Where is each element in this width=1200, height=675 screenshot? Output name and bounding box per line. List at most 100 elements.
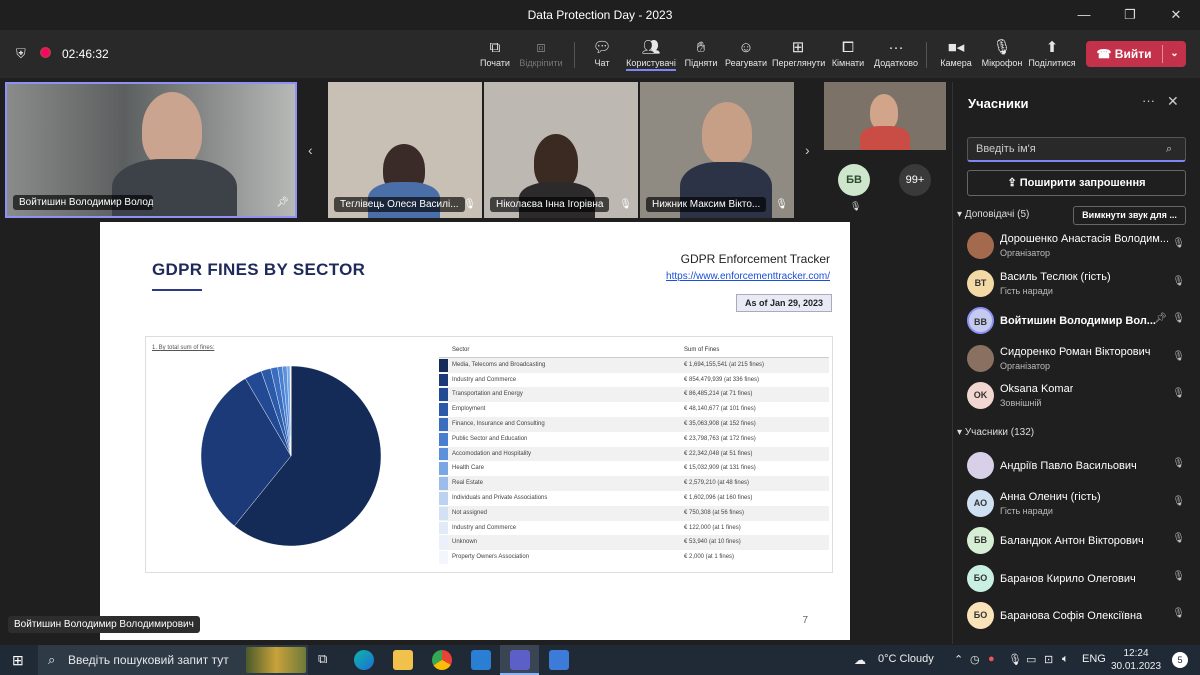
unpin-button[interactable]: ⧈ Відкріпити — [515, 38, 567, 68]
share-button[interactable]: ⬆ Поділитися — [1026, 38, 1078, 68]
view-icon: ⊞ — [791, 39, 805, 56]
share-invite-button[interactable]: ⇪ Поширити запрошення — [967, 170, 1186, 196]
close-window-button[interactable]: ✕ — [1153, 4, 1199, 26]
table-row: Transportation and Energy € 86,485,214 (a… — [439, 387, 829, 403]
camera-button[interactable]: ■◂ Камера — [930, 38, 982, 68]
mute-all-button[interactable]: Вимкнути звук для ... — [1073, 206, 1186, 225]
leave-meeting-button[interactable]: ☎︎ Вийти ⌄ — [1086, 41, 1186, 67]
sector-cell: Finance, Insurance and Consulting — [452, 420, 545, 427]
participant-row[interactable]: ВТ Василь Теслюк (гість) Гість наради 🎙︎ — [967, 267, 1191, 303]
mic-off-icon: 🎙︎ — [1172, 533, 1185, 544]
participant-search-input[interactable]: Введіть ім'я — [967, 137, 1186, 162]
windows-start-icon[interactable]: ⊞ — [12, 652, 24, 669]
camera-alert-icon[interactable]: ● — [988, 653, 995, 665]
video-tile[interactable]: Теглівець Олеся Василі... 🎙︎ — [328, 82, 482, 218]
chat-button[interactable]: 💬︎ Чат — [576, 38, 628, 68]
attendees-section-header[interactable]: ▾ Учасники (132) — [957, 427, 1034, 438]
participant-row[interactable]: АО Анна Оленич (гість) Гість наради 🎙︎ — [967, 487, 1191, 523]
maximize-button[interactable]: ❐ — [1107, 4, 1153, 26]
tracker-url-link[interactable]: https://www.enforcementtracker.com/ — [666, 271, 830, 282]
task-view-icon[interactable]: ⧉ — [318, 651, 327, 667]
react-icon: ☺ — [738, 39, 754, 56]
more-participants-badge[interactable]: 99+ — [899, 164, 931, 196]
more-button[interactable]: ··· Додатково — [870, 38, 922, 68]
participant-row[interactable]: ВВ Войтишин Володимир Вол... 📌︎ 🎙︎ — [967, 304, 1191, 340]
clock-date[interactable]: 30.01.2023 — [1107, 661, 1165, 672]
fines-cell: € 53,940 (at 10 fines) — [684, 539, 741, 546]
fines-table: Sector Sum of Fines Media, Telecoms and … — [439, 343, 829, 565]
present-button[interactable]: ⧉ Почати — [469, 38, 521, 68]
mic-off-icon: 🎙︎ — [619, 199, 632, 210]
minimize-button[interactable]: — — [1061, 4, 1107, 26]
fines-cell: € 23,798,763 (at 172 fines) — [684, 435, 756, 442]
legend-swatch — [439, 521, 448, 535]
chevron-left-icon[interactable]: ‹ — [308, 142, 313, 158]
weather-label[interactable]: 0°C Cloudy — [878, 653, 934, 665]
sector-cell: Industry and Commerce — [452, 376, 517, 383]
participant-name: Oksana Komar — [1000, 383, 1074, 395]
person-body — [860, 126, 910, 150]
video-tile[interactable]: Ніколаєва Інна Ігорівна 🎙︎ — [484, 82, 638, 218]
legend-swatch — [439, 417, 448, 431]
person-head — [702, 102, 752, 164]
chart-caption: 1. By total sum of fines: — [152, 345, 215, 351]
sector-cell: Accomodation and Hospitality — [452, 450, 532, 457]
window-title: Data Protection Day - 2023 — [527, 8, 673, 22]
participant-row[interactable]: Андріїв Павло Васильович 🎙︎ — [967, 449, 1191, 485]
chevron-down-icon[interactable]: ⌄ — [1163, 41, 1186, 67]
participant-row[interactable]: OK Oksana Komar Зовнішній 🎙︎ — [967, 379, 1191, 415]
sector-cell: Unknown — [452, 539, 478, 546]
participant-role: Організатор — [1000, 360, 1051, 371]
mail-icon[interactable] — [471, 650, 491, 670]
photos-icon[interactable] — [549, 650, 569, 670]
fines-cell: € 2,000 (at 1 fines) — [684, 554, 735, 561]
video-tile-small[interactable] — [824, 82, 946, 150]
volume-icon[interactable]: 🔈︎ — [1062, 653, 1069, 666]
presenters-section-header[interactable]: ▾ Доповідачі (5) — [957, 209, 1029, 220]
mic-off-icon: 🎙︎ — [992, 39, 1012, 56]
rooms-button[interactable]: ⧠ Кімнати — [822, 38, 874, 68]
view-button[interactable]: ⊞ Переглянути — [772, 38, 825, 68]
leave-button-main[interactable]: ☎︎ Вийти — [1086, 41, 1162, 67]
table-row: Industry and Commerce € 854,479,939 (at 3… — [439, 373, 829, 388]
phone-hangup-icon: ☎︎ — [1096, 47, 1112, 61]
participant-row[interactable]: БО Баранова Софія Олексіївна 🎙︎ — [967, 599, 1191, 635]
language-indicator[interactable]: ENG — [1082, 653, 1106, 665]
mic-off-icon: 🎙︎ — [1172, 608, 1185, 619]
edge-icon[interactable] — [354, 650, 374, 670]
battery-icon[interactable]: ▭ — [1026, 653, 1036, 666]
react-button[interactable]: ☺ Реагувати — [720, 38, 772, 68]
participant-row[interactable]: Сидоренко Роман Вікторович Організатор 🎙︎ — [967, 342, 1191, 378]
legend-swatch — [439, 358, 448, 372]
more-options-icon[interactable]: ··· — [1142, 93, 1155, 108]
notification-badge[interactable]: 5 — [1172, 652, 1188, 668]
video-name-label: Теглівець Олеся Василі... — [334, 197, 465, 212]
sector-cell: Public Sector and Education — [452, 435, 528, 442]
mic-button[interactable]: 🎙︎ Мікрофон — [976, 38, 1028, 68]
sector-cell: Individuals and Private Associations — [452, 494, 548, 501]
toolbar-separator — [574, 42, 575, 68]
column-header-sector: Sector — [452, 347, 470, 353]
participant-row[interactable]: Дорошенко Анастасія Володим... Організато… — [967, 229, 1191, 265]
people-button[interactable]: 👥︎ Користувачі — [625, 38, 677, 71]
avatar — [967, 344, 994, 372]
mic-off-icon: 🎙︎ — [1172, 313, 1185, 324]
chevron-right-icon[interactable]: › — [805, 142, 810, 158]
avatar[interactable]: БВ — [838, 164, 870, 196]
chrome-icon[interactable] — [432, 650, 452, 670]
pie-chart — [200, 365, 382, 547]
meet-now-icon[interactable]: ◷ — [970, 653, 980, 666]
chevron-up-icon[interactable]: ⌃ — [954, 653, 963, 666]
mic-icon[interactable]: 🎙︎ — [1008, 653, 1022, 666]
participant-row[interactable]: БВ Баландюк Антон Вікторович 🎙︎ — [967, 524, 1191, 560]
video-tile[interactable]: Нижник Максим Вікто... 🎙︎ — [640, 82, 794, 218]
close-icon[interactable]: ✕ — [1167, 93, 1179, 110]
video-tile-presenter[interactable]: Войтишин Володимир Володимирович 📌︎ — [5, 82, 297, 218]
mic-off-icon: 🎙︎ — [1172, 458, 1185, 469]
network-icon[interactable]: ⊡ — [1044, 653, 1053, 666]
teams-icon[interactable] — [510, 650, 530, 670]
participant-name: Войтишин Володимир Вол... — [1000, 315, 1156, 327]
clock-time[interactable]: 12:24 — [1111, 648, 1161, 659]
participant-row[interactable]: БО Баранов Кирило Олегович 🎙︎ — [967, 562, 1191, 598]
file-explorer-icon[interactable] — [393, 650, 413, 670]
